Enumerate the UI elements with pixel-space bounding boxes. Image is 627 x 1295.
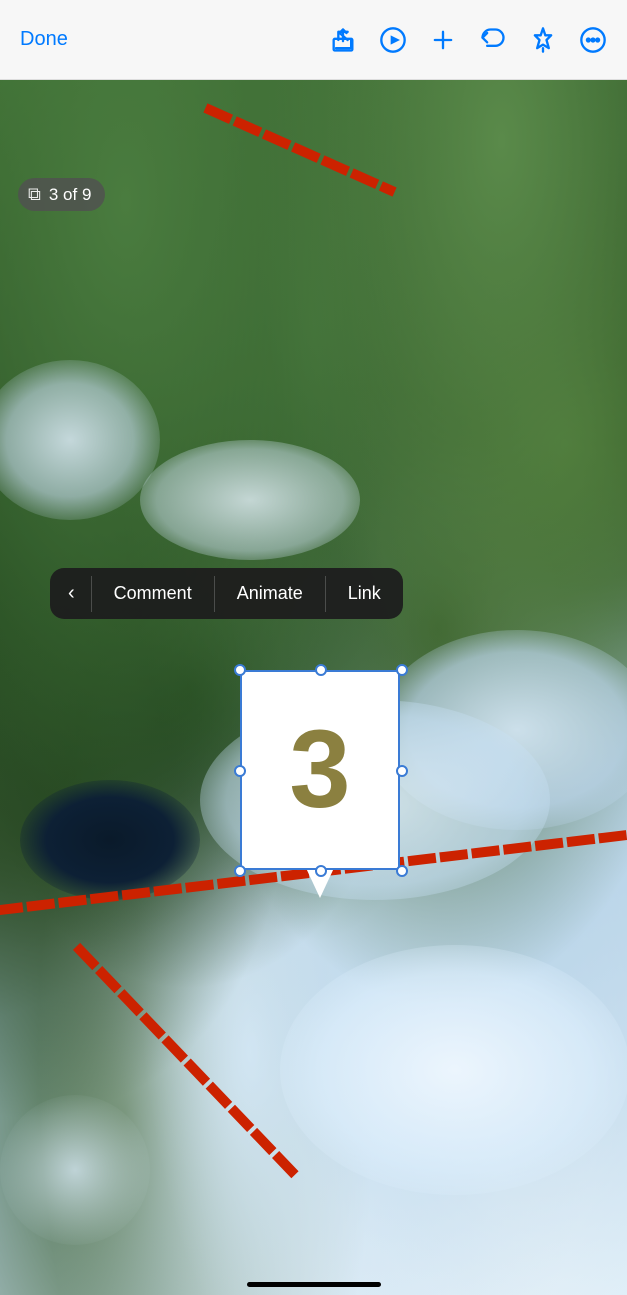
add-button[interactable] [429, 26, 457, 54]
context-menu: ‹ Comment Animate Link [50, 568, 403, 619]
map-canvas[interactable]: ⧉ 3 of 9 ‹ Comment Animate Link 3 [0, 80, 627, 1295]
resize-handle-bottom-right[interactable] [396, 865, 408, 877]
play-button[interactable] [379, 26, 407, 54]
callout-shape[interactable]: 3 [240, 670, 400, 870]
context-menu-back-button[interactable]: ‹ [50, 568, 91, 619]
resize-handle-top-middle[interactable] [315, 664, 327, 676]
selected-shape[interactable]: 3 [210, 640, 410, 880]
page-count-label: 3 of 9 [49, 185, 92, 205]
home-indicator [247, 1282, 381, 1287]
undo-button[interactable] [479, 26, 507, 54]
ice-patch [0, 1095, 150, 1245]
share-button[interactable] [329, 26, 357, 54]
done-button[interactable]: Done [20, 28, 68, 51]
more-button[interactable] [579, 26, 607, 54]
play-icon [379, 26, 407, 54]
resize-handle-bottom-middle[interactable] [315, 865, 327, 877]
pin-button[interactable] [529, 26, 557, 54]
pages-icon: ⧉ [28, 184, 41, 205]
resize-handle-top-right[interactable] [396, 664, 408, 676]
resize-handle-middle-right[interactable] [396, 765, 408, 777]
resize-handle-top-left[interactable] [234, 664, 246, 676]
page-indicator-badge[interactable]: ⧉ 3 of 9 [18, 178, 105, 211]
undo-icon [479, 26, 507, 54]
water-area [20, 780, 200, 900]
ice-patch [280, 945, 627, 1195]
resize-handle-bottom-left[interactable] [234, 865, 246, 877]
context-menu-comment[interactable]: Comment [92, 569, 214, 618]
context-menu-link[interactable]: Link [326, 569, 403, 618]
add-icon [429, 26, 457, 54]
share-icon [329, 26, 357, 54]
ice-patch [140, 440, 360, 560]
pin-icon [529, 26, 557, 54]
callout-number: 3 [289, 715, 350, 825]
resize-handle-middle-left[interactable] [234, 765, 246, 777]
more-icon [579, 26, 607, 54]
context-menu-animate[interactable]: Animate [215, 569, 325, 618]
toolbar: Done [0, 0, 627, 80]
